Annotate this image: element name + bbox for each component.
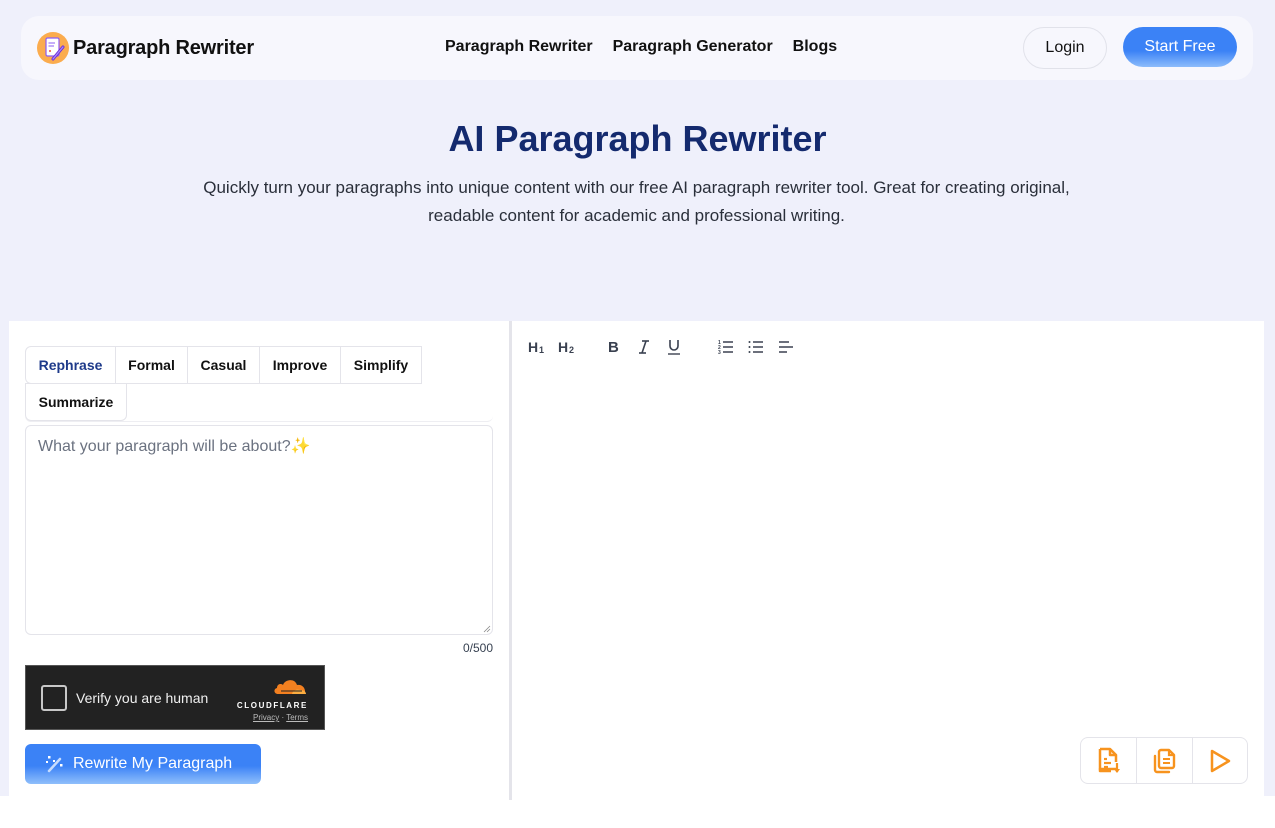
bullet-list-icon: [748, 341, 763, 353]
tab-rephrase[interactable]: Rephrase: [25, 346, 116, 384]
resize-handle-icon[interactable]: [483, 625, 491, 633]
bold-button[interactable]: B: [605, 335, 623, 359]
copy-button[interactable]: [1136, 738, 1191, 783]
svg-text:H: H: [558, 339, 568, 355]
heading-2-icon: H2: [558, 339, 574, 355]
output-actions: [1080, 737, 1248, 784]
svg-text:B: B: [608, 339, 619, 355]
heading-1-button[interactable]: H1: [527, 335, 549, 359]
play-icon: [1210, 749, 1231, 772]
main-nav: Paragraph Rewriter Paragraph Generator B…: [445, 38, 837, 56]
captcha-links: Privacy · Terms: [228, 713, 308, 722]
output-content[interactable]: [525, 371, 1245, 721]
copy-icon: [1153, 748, 1175, 773]
export-document-button[interactable]: [1081, 738, 1136, 783]
play-button[interactable]: [1191, 738, 1247, 783]
align-left-button[interactable]: [777, 335, 795, 359]
terms-link[interactable]: Terms: [286, 713, 308, 722]
page-title: AI Paragraph Rewriter: [448, 118, 827, 159]
rewrite-button[interactable]: Rewrite My Paragraph: [25, 744, 261, 784]
svg-text:2: 2: [569, 345, 574, 355]
cloudflare-wordmark: CLOUDFLARE: [236, 701, 308, 710]
cloudflare-cloud-icon: [274, 680, 306, 694]
underline-icon: [668, 340, 680, 355]
character-counter: 0/500: [462, 641, 493, 655]
paragraph-input[interactable]: [25, 425, 493, 635]
panel-divider: [509, 321, 512, 800]
privacy-link[interactable]: Privacy: [253, 713, 279, 722]
brand-name: Paragraph Rewriter: [73, 36, 254, 59]
tab-improve[interactable]: Improve: [259, 346, 341, 384]
italic-button[interactable]: [635, 335, 653, 359]
heading-2-button[interactable]: H2: [557, 335, 579, 359]
captcha-checkbox[interactable]: [41, 684, 67, 711]
tab-simplify[interactable]: Simplify: [340, 346, 422, 384]
svg-text:3: 3: [718, 350, 721, 355]
underline-button[interactable]: [665, 335, 683, 359]
align-left-icon: [779, 341, 793, 353]
svg-text:H: H: [528, 339, 538, 355]
ordered-list-icon: 123: [718, 340, 733, 355]
nav-link-paragraph-rewriter[interactable]: Paragraph Rewriter: [445, 38, 593, 56]
captcha-label: Verify you are human: [76, 689, 209, 706]
nav-link-blogs[interactable]: Blogs: [793, 38, 837, 56]
bold-icon: B: [608, 339, 619, 355]
export-document-icon: [1098, 747, 1120, 773]
start-free-button[interactable]: Start Free: [1123, 27, 1237, 67]
rewriter-panel: Rephrase Formal Casual Improve Simplify …: [9, 321, 1264, 800]
brand[interactable]: Paragraph Rewriter: [37, 32, 254, 64]
document-pencil-logo-icon: [37, 32, 69, 64]
captcha-widget: Verify you are human CLOUDFLARE Privacy …: [25, 665, 325, 730]
heading-1-icon: H1: [528, 339, 544, 355]
nav-link-paragraph-generator[interactable]: Paragraph Generator: [613, 38, 773, 56]
tab-formal[interactable]: Formal: [115, 346, 188, 384]
cloudflare-brand: CLOUDFLARE Privacy · Terms: [228, 678, 308, 722]
page-subtitle: Quickly turn your paragraphs into unique…: [203, 178, 1070, 225]
tab-summarize[interactable]: Summarize: [25, 383, 127, 421]
bullet-list-button[interactable]: [747, 335, 765, 359]
link-separator: ·: [281, 713, 285, 722]
rewrite-button-label: Rewrite My Paragraph: [73, 755, 233, 772]
italic-icon: [639, 340, 649, 354]
navbar: Paragraph Rewriter Paragraph Rewriter Pa…: [21, 16, 1253, 80]
login-button[interactable]: Login: [1023, 27, 1107, 69]
mode-tabs: Rephrase Formal Casual Improve Simplify …: [25, 346, 493, 422]
tab-casual[interactable]: Casual: [187, 346, 260, 384]
svg-text:1: 1: [539, 345, 544, 355]
magic-wand-icon: [46, 756, 63, 773]
ordered-list-button[interactable]: 123: [717, 335, 735, 359]
